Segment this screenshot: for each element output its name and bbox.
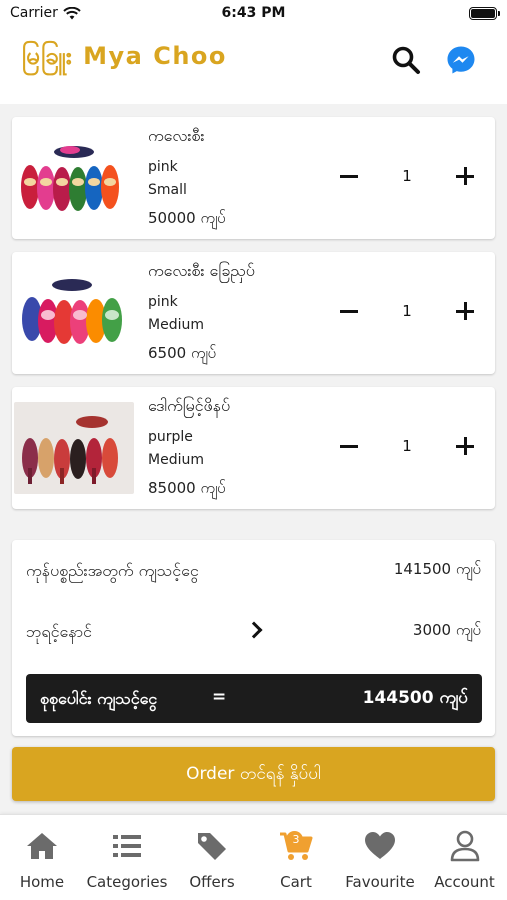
place-order-button[interactable]: Order တင်ရန် နှိပ်ပါ bbox=[12, 747, 495, 801]
tab-label: Offers bbox=[189, 873, 235, 891]
product-size: Medium bbox=[148, 317, 204, 333]
tab-cart[interactable]: 3 Cart bbox=[254, 815, 338, 900]
cart-item[interactable]: ကလေးစီး ခြေညှပ် pink Medium 6500 ကျပ် 1 bbox=[12, 252, 495, 374]
subtotal-label: ကုန်ပစ္စည်းအတွက် ကျသင့်ငွေ bbox=[26, 561, 199, 580]
product-price: 85000 ကျပ် bbox=[148, 479, 226, 497]
subtotal-row: ကုန်ပစ္စည်းအတွက် ကျသင့်ငွေ 141500 ကျပ် bbox=[12, 554, 495, 584]
tab-label: Account bbox=[434, 873, 495, 891]
decrease-quantity-button[interactable] bbox=[336, 298, 362, 324]
user-icon bbox=[450, 830, 479, 862]
product-color: pink bbox=[148, 159, 178, 175]
order-summary: ကုန်ပစ္စည်းအတွက် ကျသင့်ငွေ 141500 ကျပ် ဘ… bbox=[12, 540, 495, 736]
messenger-icon[interactable] bbox=[446, 45, 476, 75]
total-label: စုစုပေါင်း ကျသင့်ငွေ bbox=[40, 689, 158, 708]
product-price: 6500 ကျပ် bbox=[148, 344, 217, 362]
status-bar: Carrier 6:43 PM bbox=[0, 0, 507, 30]
clock-time: 6:43 PM bbox=[221, 5, 286, 21]
delivery-location-label: ဘုရင့်နောင် bbox=[26, 622, 92, 641]
increase-quantity-button[interactable] bbox=[452, 163, 478, 189]
cart-item-list: ကလေးစီး pink Small 50000 ကျပ် 1 ကလေးစီး … bbox=[12, 117, 495, 522]
search-icon[interactable] bbox=[390, 44, 422, 76]
tab-home[interactable]: Home bbox=[0, 815, 84, 900]
home-icon bbox=[27, 833, 57, 859]
chevron-right-icon[interactable] bbox=[245, 621, 263, 639]
list-icon bbox=[113, 835, 141, 857]
tab-account[interactable]: Account bbox=[422, 815, 507, 900]
quantity-value: 1 bbox=[402, 167, 412, 185]
decrease-quantity-button[interactable] bbox=[336, 163, 362, 189]
product-image bbox=[14, 132, 134, 224]
product-size: Medium bbox=[148, 452, 204, 468]
cart-count-badge: 3 bbox=[292, 833, 300, 846]
heart-icon bbox=[365, 832, 395, 859]
subtotal-value: 141500 ကျပ် bbox=[393, 560, 481, 578]
tab-offers[interactable]: Offers bbox=[170, 815, 254, 900]
total-box: စုစုပေါင်း ကျသင့်ငွေ = 144500 ကျပ် bbox=[26, 674, 482, 723]
quantity-value: 1 bbox=[402, 437, 412, 455]
delivery-fee-value: 3000 ကျပ် bbox=[412, 621, 481, 639]
tab-categories[interactable]: Categories bbox=[84, 815, 170, 900]
increase-quantity-button[interactable] bbox=[452, 433, 478, 459]
product-price: 50000 ကျပ် bbox=[148, 209, 226, 227]
tab-label: Home bbox=[19, 873, 65, 891]
product-size: Small bbox=[148, 182, 187, 198]
app-header: မြခြူး Mya Choo bbox=[0, 30, 507, 104]
quantity-value: 1 bbox=[402, 302, 412, 320]
product-image bbox=[14, 267, 134, 359]
product-color: pink bbox=[148, 294, 178, 310]
tab-label: Cart bbox=[280, 873, 312, 891]
cart-item[interactable]: ကလေးစီး pink Small 50000 ကျပ် 1 bbox=[12, 117, 495, 239]
total-equals-sign: = bbox=[212, 687, 227, 707]
tab-label: Categories bbox=[86, 873, 168, 891]
tab-label: Favourite bbox=[345, 873, 415, 891]
battery-icon bbox=[469, 7, 500, 20]
product-name: ကလေးစီး bbox=[148, 126, 205, 145]
bottom-tab-bar: Home Categories Offers 3 Cart Favourite … bbox=[0, 814, 507, 900]
total-value: 144500 ကျပ် bbox=[362, 688, 468, 708]
increase-quantity-button[interactable] bbox=[452, 298, 478, 324]
product-name: ကလေးစီး ခြေညှပ် bbox=[148, 261, 255, 280]
tab-favourite[interactable]: Favourite bbox=[338, 815, 422, 900]
delivery-location-row[interactable]: ဘုရင့်နောင် 3000 ကျပ် bbox=[12, 615, 495, 645]
product-color: purple bbox=[148, 429, 193, 445]
tag-icon bbox=[198, 833, 226, 860]
product-name: ဒေါက်မြင့်ဖိနပ် bbox=[148, 396, 231, 415]
product-image bbox=[14, 402, 134, 494]
decrease-quantity-button[interactable] bbox=[336, 433, 362, 459]
app-title: မြခြူး Mya Choo bbox=[22, 42, 227, 70]
cart-item[interactable]: ဒေါက်မြင့်ဖိနပ် purple Medium 85000 ကျပ်… bbox=[12, 387, 495, 509]
